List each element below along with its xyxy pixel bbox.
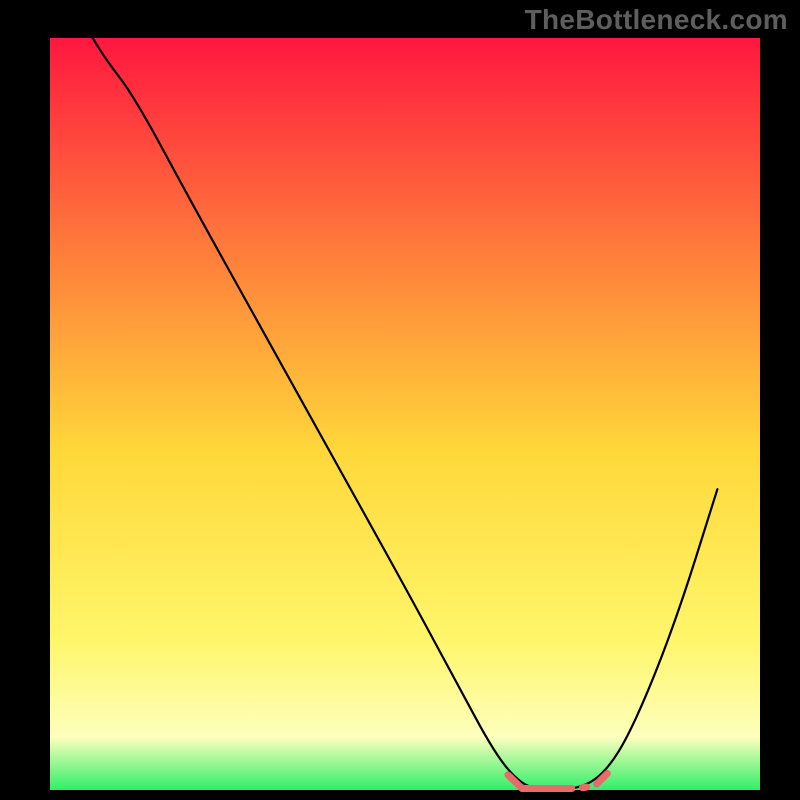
valley-segment — [583, 787, 587, 788]
chart-frame: TheBottleneck.com — [0, 0, 800, 800]
watermark-text: TheBottleneck.com — [525, 4, 788, 36]
bottleneck-chart — [0, 0, 800, 800]
